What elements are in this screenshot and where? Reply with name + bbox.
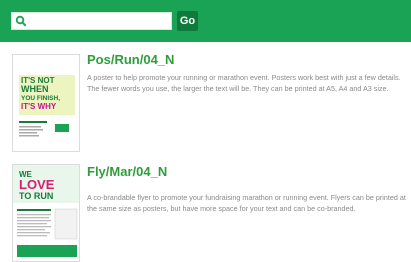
go-button[interactable]: Go xyxy=(177,11,198,31)
result-title[interactable]: Fly/Mar/04_N xyxy=(87,164,167,179)
result-item: WE LOVE TO RUN Fly/Mar/04_N A co-brandab… xyxy=(0,158,411,262)
poster-headline-line4: IT'S WHY xyxy=(21,102,57,111)
search-icon xyxy=(15,15,27,27)
poster-thumbnail[interactable]: IT'S NOT WHEN YOU FINISH, IT'S WHY xyxy=(12,54,80,152)
search-box[interactable] xyxy=(11,12,172,30)
top-search-bar: Go xyxy=(0,0,411,42)
result-item: IT'S NOT WHEN YOU FINISH, IT'S WHY Pos/R… xyxy=(0,48,411,158)
result-title[interactable]: Pos/Run/04_N xyxy=(87,52,174,67)
poster-headline-line3: YOU FINISH, xyxy=(21,95,60,102)
flyer-headline-line2: LOVE xyxy=(19,177,55,192)
flyer-thumbnail[interactable]: WE LOVE TO RUN xyxy=(12,164,80,262)
flyer-preview-image: WE LOVE TO RUN xyxy=(13,165,79,261)
flyer-headline-line3: TO RUN xyxy=(19,191,53,201)
poster-headline-line2: WHEN xyxy=(21,84,49,94)
search-input[interactable] xyxy=(30,14,168,28)
result-description: A co-brandable flyer to promote your fun… xyxy=(87,193,406,213)
poster-preview-image: IT'S NOT WHEN YOU FINISH, IT'S WHY xyxy=(13,55,79,151)
result-description: A poster to help promote your running or… xyxy=(87,73,401,93)
